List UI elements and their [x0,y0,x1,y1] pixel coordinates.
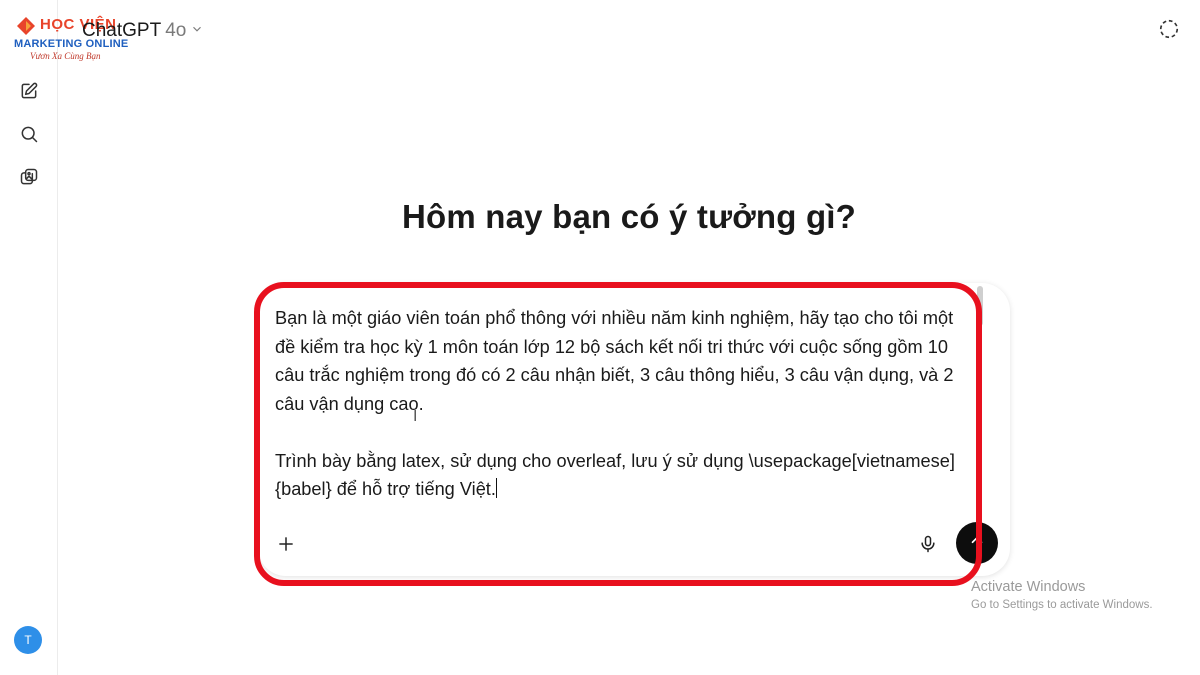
sidebar: T [0,0,58,675]
chevron-down-icon [190,20,204,42]
logo-badge-icon [17,17,35,35]
activate-windows-watermark: Activate Windows Go to Settings to activ… [971,579,1153,611]
model-name: ChatGPT [82,20,162,41]
logo-tagline: Vươn Xa Cùng Bạn [30,51,101,61]
library-icon [20,168,38,185]
model-version: 4o [165,20,187,41]
prompt-textarea[interactable]: Bạn là một giáo viên toán phổ thông với … [275,304,975,504]
arrow-up-icon [971,536,983,550]
library-button[interactable] [14,162,44,192]
voice-input-button[interactable] [914,530,942,558]
text-caret [495,478,497,498]
model-selector[interactable]: ChatGPT 4o [82,18,204,44]
new-chat-icon [21,82,38,99]
search-icon [21,126,38,143]
dashed-circle-icon [1159,19,1179,39]
page-title: Hôm nay bạn có ý tưởng gì? [401,198,857,235]
text-cursor-icon: I [413,408,418,425]
attach-button[interactable] [272,530,300,558]
microphone-icon [921,535,935,553]
activate-windows-subtitle: Go to Settings to activate Windows. [971,599,1153,611]
plus-icon [279,537,293,551]
prompt-paragraph-2: Trình bày bằng latex, sử dụng cho overle… [275,450,955,500]
prompt-paragraph-1: Bạn là một giáo viên toán phổ thông với … [275,308,959,414]
search-chats-button[interactable] [14,119,44,149]
send-button[interactable] [956,522,998,564]
avatar[interactable]: T [14,626,42,654]
avatar-initial: T [24,633,32,647]
activate-windows-title: Activate Windows [971,579,1086,595]
composer-scrollbar[interactable] [977,286,983,326]
temporary-chat-button[interactable] [1158,18,1182,42]
new-chat-button[interactable] [14,76,44,106]
